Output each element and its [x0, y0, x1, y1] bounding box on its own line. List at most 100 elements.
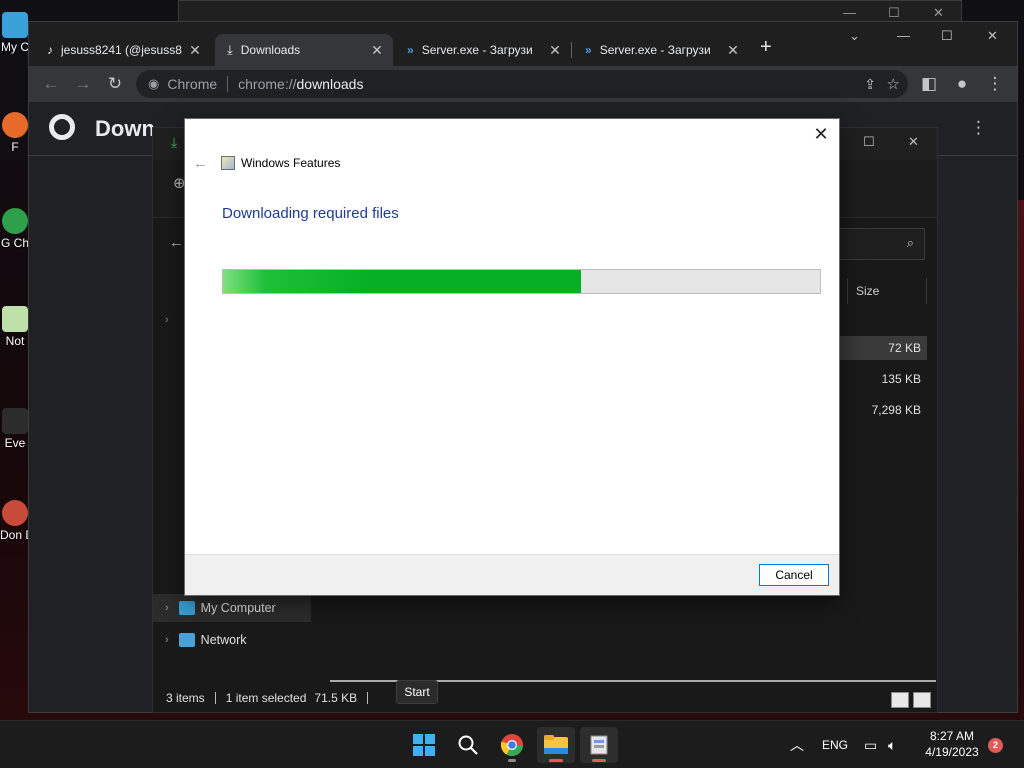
start-button[interactable] — [405, 727, 443, 763]
windows-features-dialog: ✕ ← Windows Features Downloading require… — [184, 118, 840, 596]
cancel-button[interactable]: Cancel — [759, 564, 829, 586]
minimize-icon[interactable]: — — [897, 28, 910, 43]
system-clock[interactable]: 8:27 AM 4/19/2023 — [916, 728, 988, 760]
desktop-icon-label: G Ch — [0, 236, 29, 250]
address-bar[interactable]: ◉ Chrome chrome:// downloads ⇪ ☆ — [136, 70, 908, 98]
desktop-icon-download-manager[interactable]: Don D — [0, 500, 30, 542]
profile-icon[interactable]: ● — [950, 72, 974, 96]
maximize-icon[interactable]: ☐ — [888, 5, 900, 21]
nav-item-network[interactable]: › Network — [153, 626, 311, 654]
desktop-icon-notepad[interactable]: Not — [0, 306, 30, 348]
volume-tray-icon[interactable]: 🔈︎ — [888, 721, 896, 768]
explorer-search-box[interactable]: ⌕ — [825, 228, 925, 260]
minimize-icon[interactable]: — — [843, 5, 856, 20]
tab-divider — [571, 42, 572, 58]
file-size-cell[interactable]: 135 KB — [837, 367, 927, 391]
column-header-size[interactable]: Size — [847, 278, 927, 304]
running-indicator — [508, 759, 516, 762]
desktop-icon-everything[interactable]: Eve — [0, 408, 30, 450]
download-manager-icon — [2, 500, 28, 526]
chrome-icon — [500, 734, 523, 756]
forward-icon[interactable]: → — [71, 72, 95, 96]
tiles-view-icon[interactable] — [913, 692, 931, 708]
nav-item-label: My Computer — [200, 601, 276, 615]
url-path: downloads — [296, 76, 364, 92]
expand-chevron-icon[interactable]: › — [165, 314, 169, 326]
tab-title: jesuss8241 (@jesuss8 — [61, 43, 182, 57]
tab-tiktok[interactable]: ♪ jesuss8241 (@jesuss8 ✕ — [35, 34, 211, 66]
taskbar: ︿ ENG ▭ 🔈︎ 8:27 AM 4/19/2023 2 — [0, 720, 1024, 768]
windows-features-icon — [221, 156, 235, 170]
tab-downloads[interactable]: ⤓ Downloads ✕ — [215, 34, 393, 66]
taskbar-windows-features[interactable] — [580, 727, 618, 763]
chrome-logo-icon — [49, 114, 75, 140]
maximize-icon[interactable]: ☐ — [941, 28, 953, 44]
download-progress-bar — [222, 269, 821, 294]
status-divider — [214, 692, 216, 704]
tiktok-icon: ♪ — [47, 43, 53, 57]
file-size-cell[interactable]: 7,298 KB — [837, 398, 927, 422]
windows-features-icon — [590, 735, 608, 755]
folder-icon — [544, 735, 568, 754]
chevron-right-icon[interactable]: › — [165, 602, 169, 614]
nav-item-my-computer[interactable]: › My Computer — [153, 594, 311, 622]
download-icon: ⤓ — [171, 134, 178, 150]
show-hidden-icons-button[interactable]: ︿ — [790, 721, 804, 768]
maximize-icon[interactable]: ☐ — [863, 134, 875, 150]
bookmark-star-icon[interactable]: ☆ — [887, 75, 900, 93]
close-tab-icon[interactable]: ✕ — [369, 42, 385, 59]
menu-icon[interactable]: ⋮ — [983, 72, 1007, 96]
close-icon[interactable]: ✕ — [908, 134, 919, 150]
file-size-cell[interactable]: 72 KB — [837, 336, 927, 360]
back-icon[interactable]: ← — [169, 234, 184, 251]
back-arrow-icon[interactable]: ← — [193, 155, 208, 172]
tab-search-icon[interactable]: ⌄ — [849, 28, 860, 44]
desktop-icon-label: Don D — [0, 528, 30, 542]
network-icon — [178, 633, 195, 647]
close-tab-icon[interactable]: ✕ — [725, 42, 741, 59]
details-view-icon[interactable] — [891, 692, 909, 708]
browser-toolbar: ← → ↻ ◉ Chrome chrome:// downloads ⇪ ☆ ◧… — [29, 66, 1017, 102]
network-icon: ▭ — [864, 736, 878, 753]
network-tray-icon[interactable]: ▭ — [864, 721, 877, 768]
notification-badge[interactable]: 2 — [988, 738, 1003, 753]
chevron-right-icon[interactable]: › — [165, 634, 169, 646]
notepad-icon — [2, 306, 28, 332]
close-icon[interactable]: ✕ — [933, 5, 944, 21]
site-label: Chrome — [167, 76, 218, 92]
tab-strip: ♪ jesuss8241 (@jesuss8 ✕ ⤓ Downloads ✕ »… — [29, 22, 1017, 66]
tab-server-exe-1[interactable]: » Server.exe - Загрузи ✕ — [395, 34, 571, 66]
page-menu-icon[interactable]: ⋮ — [970, 118, 987, 138]
tab-title: Server.exe - Загрузи — [421, 43, 533, 57]
desktop-icon-firefox[interactable]: F — [0, 112, 30, 154]
status-divider — [367, 692, 369, 704]
close-icon[interactable]: ✕ — [809, 123, 833, 145]
progress-fill — [223, 270, 582, 293]
taskbar-chrome[interactable] — [493, 727, 531, 763]
share-icon[interactable]: ⇪ — [864, 76, 876, 93]
desktop-icon-chrome[interactable]: G Ch — [0, 208, 30, 250]
close-tab-icon[interactable]: ✕ — [547, 42, 563, 59]
side-panel-icon[interactable]: ◧ — [917, 72, 941, 96]
taskbar-file-explorer[interactable] — [537, 727, 575, 763]
reload-icon[interactable]: ↻ — [103, 72, 127, 96]
omnibox-divider — [227, 76, 229, 92]
taskbar-search-button[interactable] — [449, 727, 487, 763]
status-selected: 1 item selected — [225, 691, 307, 705]
tab-server-exe-2[interactable]: » Server.exe - Загрузи ✕ — [573, 34, 749, 66]
url-scheme: chrome:// — [238, 76, 297, 92]
chrome-icon: ◉ — [148, 76, 160, 91]
close-icon[interactable]: ✕ — [987, 28, 998, 44]
desktop-icon-my-computer[interactable]: My C — [0, 12, 30, 54]
search-icon: ⌕ — [906, 235, 914, 250]
language-indicator[interactable]: ENG — [822, 721, 848, 768]
status-item-count: 3 items — [166, 691, 205, 705]
speaker-icon: 🔈︎ — [888, 736, 897, 753]
desktop-icon-label: F — [11, 140, 19, 154]
close-tab-icon[interactable]: ✕ — [187, 42, 203, 59]
new-tab-button[interactable]: + — [760, 36, 772, 59]
search-icon — [458, 735, 478, 755]
tab-title: Server.exe - Загрузи — [599, 43, 711, 57]
back-icon[interactable]: ← — [39, 72, 63, 96]
download-icon: ⤓ — [227, 42, 233, 57]
